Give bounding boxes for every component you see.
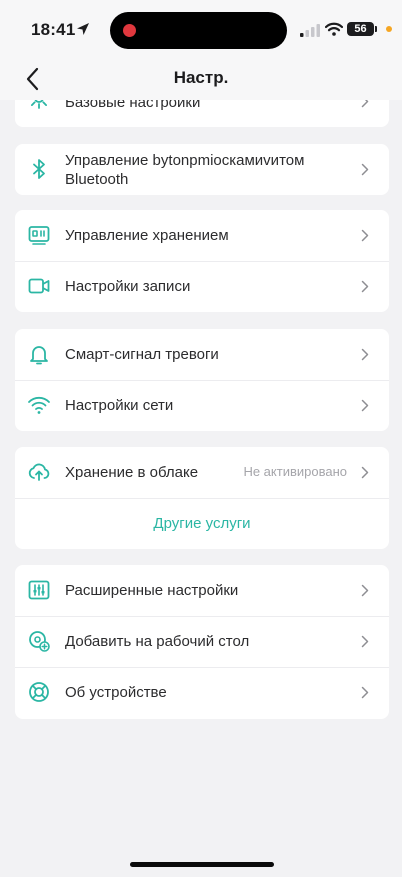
- chevron-right-icon: [361, 399, 369, 412]
- settings-item-cloud-storage[interactable]: Хранение в облаке Не активировано: [15, 447, 389, 498]
- dynamic-island: [110, 12, 287, 49]
- location-arrow-icon: [77, 23, 89, 35]
- chevron-right-icon: [361, 100, 369, 108]
- settings-group-cloud: Хранение в облаке Не активировано Другие…: [15, 447, 389, 549]
- orange-privacy-dot-icon: [386, 26, 392, 32]
- settings-item-label: Об устройстве: [65, 684, 167, 701]
- settings-item-basic[interactable]: Базовые настройки: [15, 100, 389, 126]
- settings-item-label: Управление bytonpmioскамиvитом Bluetooth: [65, 152, 305, 188]
- settings-item-add-to-home[interactable]: Добавить на рабочий стол: [15, 616, 389, 667]
- home-indicator[interactable]: [130, 862, 274, 867]
- settings-group-storage: Управление хранением Настройки записи: [15, 210, 389, 312]
- settings-item-advanced[interactable]: Расширенные настройки: [15, 565, 389, 616]
- chevron-right-icon: [361, 686, 369, 699]
- settings-list[interactable]: Базовые настройки Управление bytonpmioск…: [0, 100, 402, 877]
- other-services-link[interactable]: Другие услуги: [15, 515, 389, 532]
- settings-item-label: Смарт-сигнал тревоги: [65, 346, 219, 363]
- gear-icon: [31, 100, 47, 109]
- settings-item-network[interactable]: Настройки сети: [15, 380, 389, 431]
- video-camera-icon: [28, 278, 50, 294]
- chevron-right-icon: [361, 635, 369, 648]
- settings-item-label: Базовые настройки: [65, 100, 201, 111]
- settings-group-bluetooth: Управление bytonpmioскамиvитом Bluetooth: [15, 144, 389, 195]
- settings-item-label: Управление хранением: [65, 227, 229, 244]
- settings-item-label: Расширенные настройки: [65, 582, 239, 599]
- settings-group-basic: Базовые настройки: [15, 100, 389, 127]
- settings-item-smart-alarm[interactable]: Смарт-сигнал тревоги: [15, 329, 389, 380]
- lifebuoy-icon: [29, 682, 49, 702]
- storage-icon: [28, 226, 50, 245]
- cellular-signal-icon: [300, 24, 320, 37]
- settings-item-label: Хранение в облаке: [65, 464, 199, 481]
- cloud-status-text: Не активировано: [243, 464, 347, 479]
- wifi-icon: [28, 396, 50, 414]
- wifi-icon: [325, 22, 343, 36]
- sliders-icon: [28, 580, 50, 600]
- battery-icon: 56: [347, 22, 377, 36]
- bluetooth-icon: [33, 159, 45, 179]
- chevron-right-icon: [361, 280, 369, 293]
- settings-group-alarm-network: Смарт-сигнал тревоги Настройки сети: [15, 329, 389, 431]
- settings-item-label: Настройки сети: [65, 397, 174, 414]
- settings-item-label: Добавить на рабочий стол: [65, 633, 250, 650]
- navigation-bar: Настр.: [0, 58, 402, 100]
- divider: [15, 498, 389, 499]
- page-title: Настр.: [173, 68, 229, 87]
- chevron-right-icon: [361, 229, 369, 242]
- chevron-right-icon: [361, 584, 369, 597]
- add-to-home-icon: [29, 631, 50, 652]
- chevron-right-icon: [361, 348, 369, 361]
- settings-group-advanced: Расширенные настройки Добавить на рабочи…: [15, 565, 389, 719]
- recording-dot-icon: [123, 24, 136, 37]
- chevron-right-icon: [361, 466, 369, 479]
- status-bar: 18:41 56: [0, 0, 402, 58]
- bell-icon: [30, 346, 48, 365]
- settings-item-label: Настройки записи: [65, 278, 191, 295]
- settings-item-about-device[interactable]: Об устройстве: [15, 667, 389, 718]
- chevron-right-icon: [361, 163, 369, 176]
- cloud-upload-icon: [28, 463, 50, 481]
- status-time: 18:41: [31, 20, 76, 39]
- settings-item-bluetooth[interactable]: Управление bytonpmioскамиvитом Bluetooth: [15, 144, 389, 195]
- settings-item-recording[interactable]: Настройки записи: [15, 261, 389, 312]
- settings-item-storage[interactable]: Управление хранением: [15, 210, 389, 261]
